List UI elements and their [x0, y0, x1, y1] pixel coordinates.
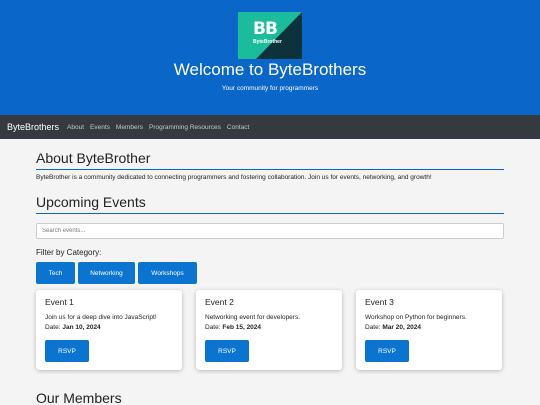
nav-link-members[interactable]: Members: [116, 124, 143, 131]
events-divider: [36, 213, 504, 214]
main-navbar: ByteBrothers About Events Members Progra…: [0, 115, 540, 139]
filter-label: Filter by Category:: [36, 248, 102, 257]
about-divider: [36, 169, 504, 170]
event-card-date: Date: Feb 15, 2024: [205, 324, 261, 331]
bytebrothers-logo: BB ByteBrother: [238, 12, 302, 59]
category-workshops-button[interactable]: Workshops: [138, 262, 197, 284]
event-search-input[interactable]: [36, 223, 504, 239]
event-card-3: Event 3 Workshop on Python for beginners…: [356, 290, 502, 370]
date-label: Date:: [45, 324, 61, 331]
nav-link-contact[interactable]: Contact: [227, 124, 249, 131]
rsvp-button[interactable]: RSVP: [45, 340, 89, 362]
nav-link-events[interactable]: Events: [90, 124, 110, 131]
hero-title: Welcome to ByteBrothers: [173, 60, 367, 79]
logo-letters: BB: [253, 19, 278, 39]
about-title: About ByteBrother: [36, 150, 151, 166]
event-card-1: Event 1 Join us for a deep dive into Jav…: [36, 290, 182, 370]
hero-banner: BB ByteBrother Welcome to ByteBrothers Y…: [0, 0, 540, 115]
date-label: Date:: [365, 324, 381, 331]
date-value: Feb 15, 2024: [222, 324, 262, 331]
event-card-description: Join us for a deep dive into JavaScript!: [45, 314, 157, 321]
events-title: Upcoming Events: [36, 194, 146, 210]
navbar-brand[interactable]: ByteBrothers: [7, 122, 59, 132]
hero-subtitle: Your community for programmers: [221, 85, 319, 92]
event-card-description: Workshop on Python for beginners.: [365, 314, 467, 321]
category-tech-button[interactable]: Tech: [36, 262, 75, 284]
event-card-description: Networking event for developers.: [205, 314, 301, 321]
rsvp-button[interactable]: RSVP: [365, 340, 409, 362]
date-value: Jan 10, 2024: [62, 324, 101, 331]
about-description: ByteBrother is a community dedicated to …: [36, 174, 432, 181]
date-value: Mar 20, 2024: [382, 324, 422, 331]
event-card-date: Date: Mar 20, 2024: [365, 324, 421, 331]
members-title: Our Members: [36, 390, 122, 405]
nav-link-programming-resources[interactable]: Programming Resources: [149, 124, 221, 131]
event-card-title: Event 2: [205, 297, 234, 307]
logo-wordmark: ByteBrother: [253, 39, 282, 45]
event-card-title: Event 1: [45, 297, 74, 307]
date-label: Date:: [205, 324, 221, 331]
event-card-2: Event 2 Networking event for developers.…: [196, 290, 342, 370]
event-card-date: Date: Jan 10, 2024: [45, 324, 101, 331]
category-networking-button[interactable]: Networking: [78, 262, 135, 284]
event-card-title: Event 3: [365, 297, 394, 307]
nav-link-about[interactable]: About: [67, 124, 84, 131]
rsvp-button[interactable]: RSVP: [205, 340, 249, 362]
